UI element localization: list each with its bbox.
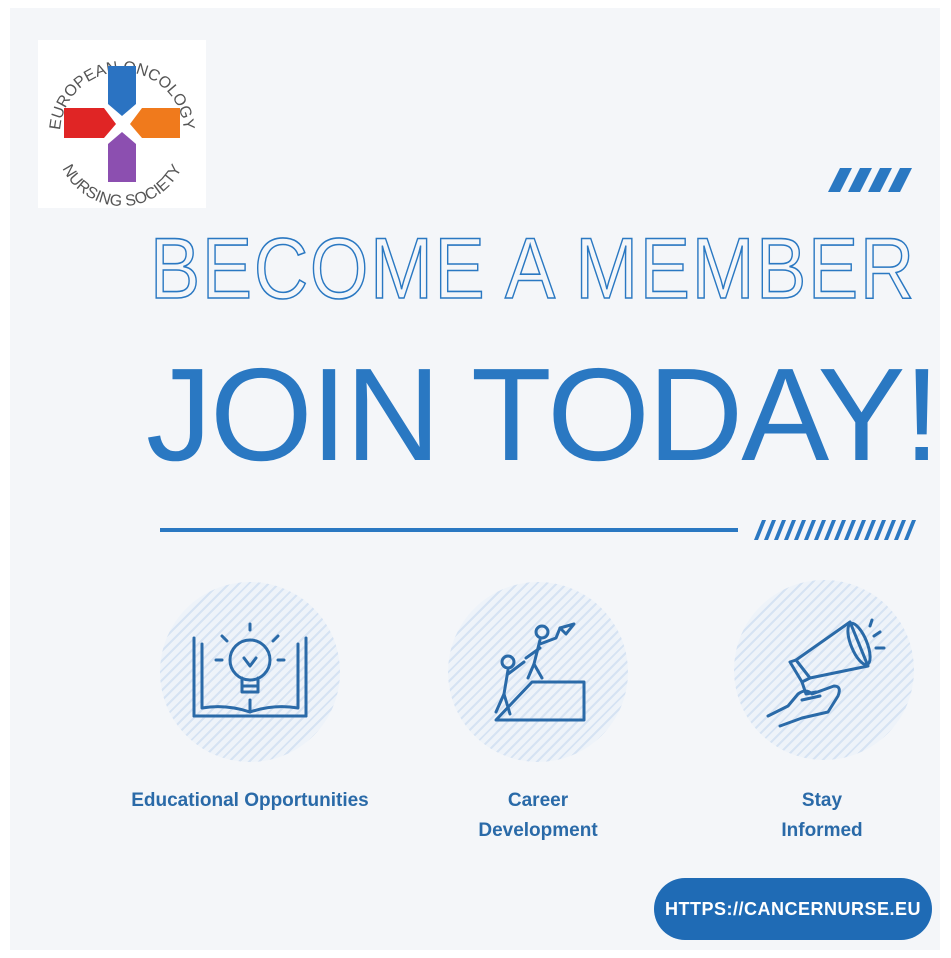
feature-label-career: Career Development xyxy=(478,790,598,841)
decorative-stripes-divider xyxy=(754,520,916,540)
headline-divider xyxy=(160,528,738,532)
cancernurse-url-button[interactable]: HTTPS://CANCERNURSE.EU xyxy=(654,878,932,940)
logo-blue-arm xyxy=(108,66,136,116)
decorative-stripes-top xyxy=(828,168,912,192)
lightbulb-book-icon xyxy=(192,622,308,718)
logo-purple-arm xyxy=(108,132,136,182)
become-member-text: BECOME A MEMBER xyxy=(150,222,916,312)
eons-logo: EUROPEAN ONCOLOGY NURSING SOCIETY xyxy=(38,40,206,208)
become-member-title: BECOME A MEMBER xyxy=(150,222,930,312)
megaphone-icon xyxy=(766,618,886,728)
feature-label-education: Educational Opportunities xyxy=(131,790,369,811)
feature-label-informed: Stay Informed xyxy=(781,790,863,841)
join-today-headline: JOIN TODAY! xyxy=(146,341,940,488)
eons-logo-emblem: EUROPEAN ONCOLOGY NURSING SOCIETY xyxy=(47,59,197,208)
logo-red-arm xyxy=(64,108,116,138)
climbing-people-icon xyxy=(494,622,586,722)
logo-orange-arm xyxy=(130,108,180,138)
